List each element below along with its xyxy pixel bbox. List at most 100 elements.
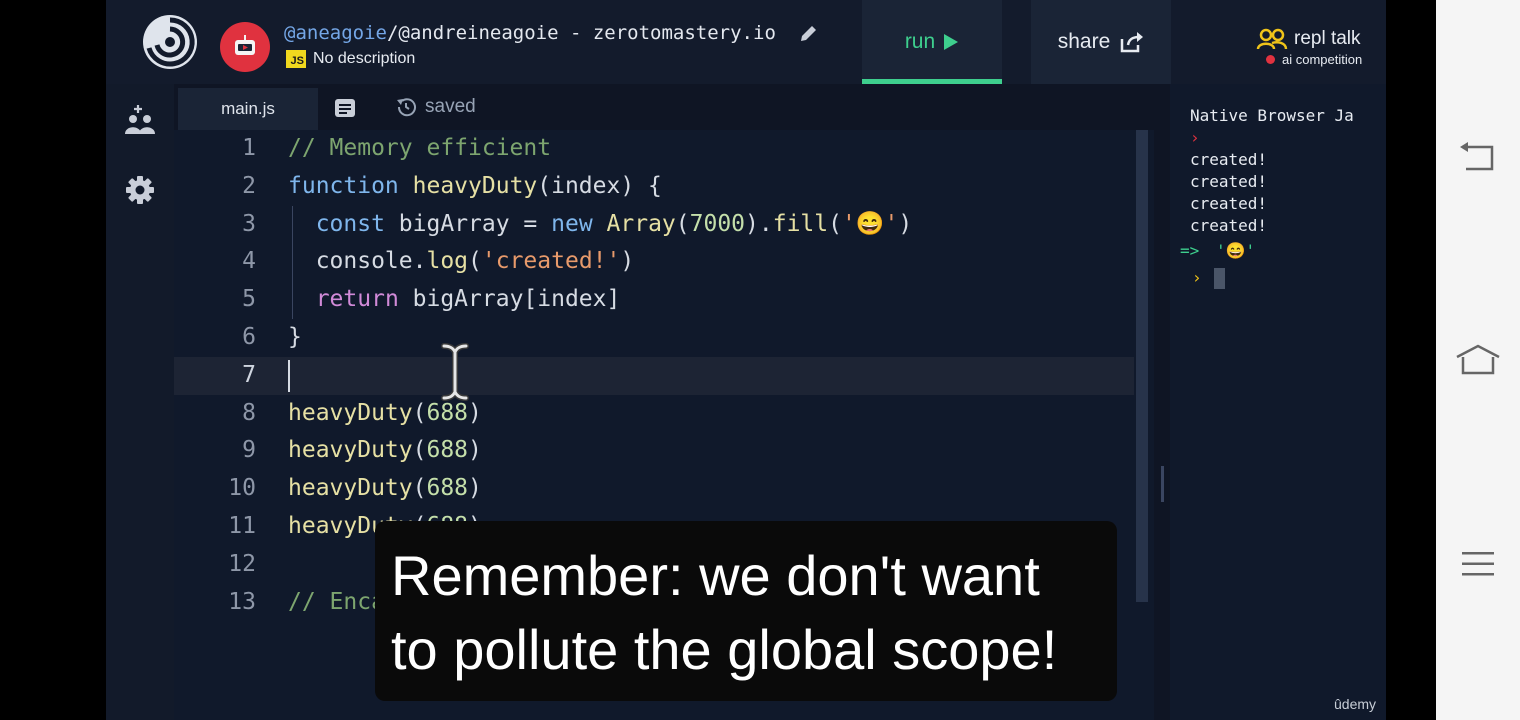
left-sidebar: [106, 84, 174, 720]
code-token: heavyDuty: [412, 172, 538, 199]
code-text: console.log('created!'): [288, 243, 635, 281]
code-text: return bigArray[index]: [288, 281, 621, 319]
code-text: const bigArray = new Array(7000).fill('😄…: [288, 206, 912, 244]
editor-scrollbar[interactable]: [1136, 130, 1148, 602]
code-token: '😄': [841, 210, 899, 237]
tab-main-js[interactable]: main.js: [178, 88, 318, 130]
code-line[interactable]: 3 const bigArray = new Array(7000).fill(…: [174, 206, 1134, 244]
repl-name: /@andreineagoie - zerotomastery.io: [386, 22, 776, 44]
udemy-watermark: ûdemy: [1334, 696, 1377, 712]
repl-talk-link[interactable]: repl talk ai competition: [1256, 28, 1362, 67]
home-icon: [1456, 344, 1500, 375]
console-log-line: created!: [1190, 150, 1268, 169]
code-line[interactable]: 9 heavyDuty(688): [174, 432, 1134, 470]
code-token: (: [412, 475, 427, 502]
code-text: }: [288, 319, 302, 357]
repl-owner-link[interactable]: @aneagoie: [284, 22, 387, 44]
pane-divider[interactable]: [1156, 84, 1170, 720]
console-result-value: '😄': [1216, 241, 1256, 260]
history-icon: [397, 98, 416, 117]
video-frame: @aneagoie/@andreineagoie - zerotomastery…: [106, 0, 1386, 720]
console-log-line: created!: [1190, 172, 1268, 191]
console-input-cursor[interactable]: [1214, 268, 1225, 289]
js-language-badge: JS: [286, 50, 306, 68]
line-number: 9: [242, 437, 256, 464]
code-text: // Memory efficient: [288, 130, 551, 168]
console-output[interactable]: Native Browser Ja › created! created! cr…: [1170, 84, 1386, 720]
code-token: (index) {: [537, 172, 662, 199]
pane-resize-handle[interactable]: [1161, 466, 1164, 502]
code-token: (: [468, 248, 482, 275]
users-icon: [1256, 28, 1288, 50]
home-button[interactable]: [1436, 330, 1520, 390]
indent-guide: [292, 206, 293, 319]
user-avatar[interactable]: [220, 22, 270, 72]
code-line[interactable]: 6}: [174, 319, 1134, 357]
code-line[interactable]: 7: [174, 356, 1134, 395]
code-token: 7000: [689, 210, 746, 237]
menu-lines-icon: [1462, 552, 1494, 576]
editor-tab-bar: main.js saved: [174, 84, 1154, 130]
console-input-prompt-icon: ›: [1192, 268, 1202, 287]
share-label: share: [1057, 30, 1111, 53]
text-caret: [288, 360, 290, 392]
live-dot-icon: [1266, 55, 1275, 64]
code-line[interactable]: 5 return bigArray[index]: [174, 281, 1134, 319]
line-number: 13: [228, 588, 256, 615]
back-button[interactable]: [1436, 126, 1520, 186]
line-number: 11: [228, 512, 256, 539]
code-text: heavyDuty(688): [288, 470, 482, 508]
code-token: (: [675, 210, 690, 237]
code-token: }: [288, 323, 302, 350]
code-token: console.: [288, 248, 427, 275]
code-line[interactable]: 2 function heavyDuty(index) {: [174, 168, 1134, 206]
console-log-line: created!: [1190, 216, 1268, 235]
replit-logo-icon[interactable]: [140, 12, 200, 72]
code-text: function heavyDuty(index) {: [288, 168, 662, 206]
code-line[interactable]: 10 heavyDuty(688): [174, 470, 1134, 508]
repl-title[interactable]: @aneagoie/@andreineagoie - zerotomastery…: [284, 22, 776, 44]
code-line[interactable]: 1 // Memory efficient: [174, 130, 1134, 168]
console-title: Native Browser Ja: [1190, 106, 1354, 125]
code-token: (: [412, 399, 427, 426]
code-token: function: [288, 172, 399, 199]
file-list-icon[interactable]: [334, 98, 356, 123]
line-number: 12: [228, 550, 256, 577]
code-line[interactable]: 4 console.log('created!'): [174, 243, 1134, 281]
console-result-arrow: =>: [1180, 241, 1200, 260]
run-label: run: [904, 30, 936, 53]
repl-header: @aneagoie/@andreineagoie - zerotomastery…: [106, 0, 1386, 84]
code-token: // Memory efficient: [288, 135, 552, 161]
line-number: 6: [242, 323, 256, 350]
save-status-label: saved: [425, 96, 476, 117]
console-log-line: created!: [1190, 194, 1268, 213]
recents-button[interactable]: [1436, 534, 1520, 594]
line-number: 2: [242, 172, 256, 199]
subtitle-caption: Remember: we don't want to pollute the g…: [375, 521, 1117, 701]
code-token: bigArray[index]: [398, 286, 621, 313]
system-nav-bar: [1436, 0, 1520, 720]
play-icon: [944, 34, 959, 50]
code-token: return: [315, 286, 399, 313]
code-token: 'created!': [481, 248, 621, 275]
code-token: fill: [772, 210, 829, 237]
code-token: heavyDuty: [288, 475, 413, 502]
pencil-icon[interactable]: [798, 24, 818, 49]
code-token: 688: [426, 437, 469, 464]
code-token: ): [468, 399, 482, 426]
share-button[interactable]: share: [1031, 0, 1171, 84]
console-prompt-icon: ›: [1190, 128, 1200, 147]
code-line[interactable]: 8 heavyDuty(688): [174, 395, 1134, 433]
add-user-icon[interactable]: [122, 102, 158, 138]
run-button[interactable]: run: [862, 0, 1002, 84]
code-token: Array: [606, 210, 676, 237]
settings-gear-icon[interactable]: [122, 172, 158, 208]
code-text: heavyDuty(688): [288, 432, 482, 470]
code-token: 688: [426, 475, 469, 502]
line-number: 1: [242, 135, 256, 161]
ibeam-cursor-icon: [440, 342, 470, 407]
repl-description[interactable]: No description: [313, 50, 415, 68]
code-token: (: [828, 210, 842, 237]
